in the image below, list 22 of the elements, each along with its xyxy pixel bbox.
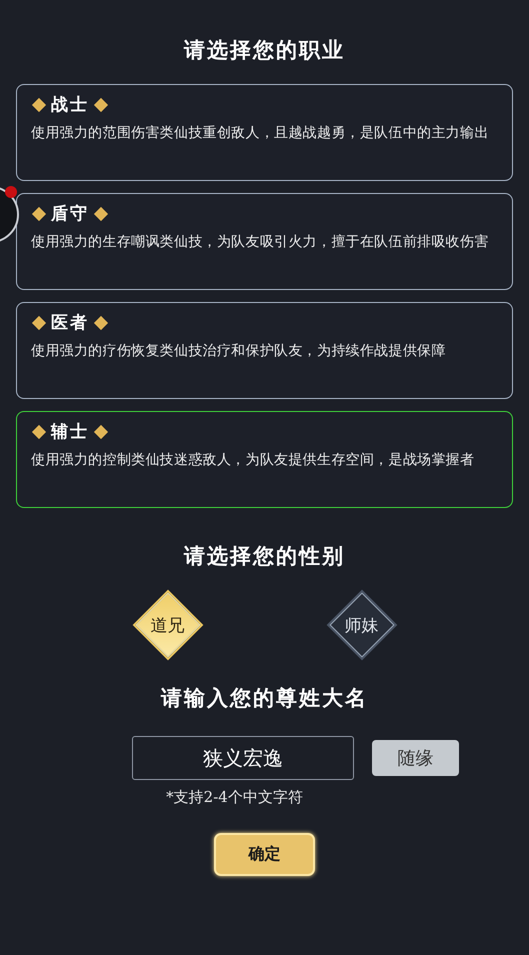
class-description: 使用强力的生存嘲讽类仙技，为队友吸引火力，擅于在队伍前排吸收伤害 [31, 233, 490, 252]
hint-text: *支持2-4个中文字符 [166, 788, 303, 807]
class-name: 医者 [51, 312, 89, 334]
class-card[interactable]: 辅士 使用强力的控制类仙技迷惑敌人，为队友提供生存空间，是战场掌握者 [16, 411, 513, 508]
class-description: 使用强力的控制类仙技迷惑敌人，为队友提供生存空间，是战场掌握者 [31, 451, 476, 470]
class-name: 战士 [51, 94, 89, 116]
class-name: 盾守 [51, 203, 89, 225]
section-title: 请选择您的职业 [184, 36, 345, 64]
class-description: 使用强力的范围伤害类仙技重创敌人，且越战越勇，是队伍中的主力输出 [31, 124, 490, 143]
class-description: 使用强力的疗伤恢复类仙技治疗和保护队友，为持续作战提供保障 [31, 342, 447, 361]
random-button[interactable]: 随缘 [372, 740, 459, 776]
class-name: 辅士 [51, 421, 89, 443]
section-title: 请输入您的尊姓大名 [161, 684, 368, 712]
name-input[interactable]: 狭义宏逸 [132, 736, 354, 780]
class-card[interactable]: 盾守 使用强力的生存嘲讽类仙技，为队友吸引火力，擅于在队伍前排吸收伤害 [16, 193, 513, 290]
notification-dot [5, 186, 17, 198]
class-card[interactable]: 战士 使用强力的范围伤害类仙技重创敌人，且越战越勇，是队伍中的主力输出 [16, 84, 513, 181]
class-card[interactable]: 医者 使用强力的疗伤恢复类仙技治疗和保护队友，为持续作战提供保障 [16, 302, 513, 399]
section-title: 请选择您的性别 [184, 542, 345, 570]
gender-option[interactable]: 道兄 [134, 592, 200, 658]
confirm-button[interactable]: 确定 [214, 833, 315, 876]
gender-option[interactable]: 师妹 [328, 592, 394, 658]
